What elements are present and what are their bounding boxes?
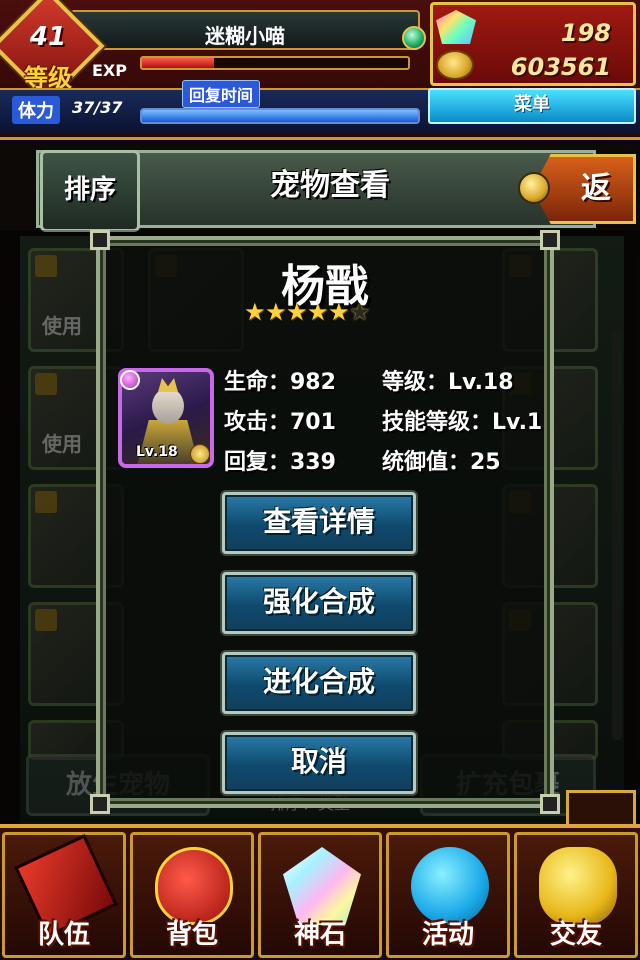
nav-bag-label: 背包 bbox=[165, 920, 218, 950]
exp-label: EXP bbox=[92, 61, 127, 80]
nav-friend-label: 交友 bbox=[549, 920, 602, 950]
recover-time-label: 回复时间 bbox=[182, 80, 261, 108]
player-name-plate: 迷糊小喵 bbox=[70, 10, 420, 50]
nav-event-label: 活动 bbox=[421, 920, 474, 950]
coin-count: 603561 bbox=[510, 53, 611, 81]
cancel-button[interactable]: 取消 bbox=[222, 732, 416, 794]
nav-team-label: 队伍 bbox=[37, 920, 90, 950]
nav-friend[interactable]: 交友 bbox=[514, 832, 638, 958]
star-filled-icon: ★ bbox=[244, 298, 266, 326]
gold-coin-icon bbox=[436, 50, 474, 80]
page-title: 宠物查看 bbox=[270, 168, 390, 203]
nav-corner-decoration bbox=[566, 790, 636, 826]
star-filled-icon: ★ bbox=[286, 298, 308, 326]
nav-team[interactable]: 队伍 bbox=[2, 832, 126, 958]
exp-bar bbox=[140, 56, 410, 70]
player-name: 迷糊小喵 bbox=[205, 24, 285, 48]
menu-button[interactable]: 菜单 bbox=[428, 88, 636, 124]
stat-command: 统御值：25 bbox=[382, 450, 501, 475]
frame-corner bbox=[540, 230, 560, 250]
stamina-bar bbox=[140, 108, 420, 124]
stamina-bar-fill bbox=[142, 110, 418, 122]
nav-stone-label: 神石 bbox=[293, 920, 346, 950]
star-empty-icon: ★ bbox=[349, 298, 371, 326]
gem-count: 198 bbox=[560, 19, 611, 47]
element-orb-icon bbox=[120, 370, 140, 390]
star-filled-icon: ★ bbox=[307, 298, 329, 326]
sort-button[interactable]: 排序 bbox=[40, 150, 140, 232]
rarity-stars: ★ ★ ★ ★ ★ ★ bbox=[244, 298, 374, 326]
medal-icon bbox=[190, 444, 210, 464]
stat-skill-level: 技能等级：Lv.1 bbox=[382, 410, 543, 435]
back-knob-icon bbox=[518, 172, 550, 204]
star-filled-icon: ★ bbox=[265, 298, 287, 326]
stamina-value: 37/37 bbox=[72, 98, 123, 117]
portrait-level: Lv.18 bbox=[136, 444, 178, 460]
nav-stone[interactable]: 神石 bbox=[258, 832, 382, 958]
stat-recover: 回复：339 bbox=[224, 450, 336, 475]
crown-icon bbox=[158, 378, 178, 392]
stat-attack: 攻击：701 bbox=[224, 410, 336, 435]
stat-hp: 生命：982 bbox=[224, 370, 336, 395]
frame-corner bbox=[90, 230, 110, 250]
evolve-fusion-button[interactable]: 进化合成 bbox=[222, 652, 416, 714]
nav-bag[interactable]: 背包 bbox=[130, 832, 254, 958]
frame-corner bbox=[540, 794, 560, 814]
nav-event[interactable]: 活动 bbox=[386, 832, 510, 958]
exp-bar-fill bbox=[142, 58, 214, 68]
view-details-button[interactable]: 查看详情 bbox=[222, 492, 416, 554]
green-orb-icon bbox=[402, 26, 426, 50]
star-filled-icon: ★ bbox=[328, 298, 350, 326]
portrait-head bbox=[152, 388, 184, 424]
enhance-fusion-button[interactable]: 强化合成 bbox=[222, 572, 416, 634]
player-level: 41 bbox=[29, 22, 67, 52]
frame-corner bbox=[90, 794, 110, 814]
stamina-label: 体力 bbox=[12, 96, 60, 124]
stat-level: 等级：Lv.18 bbox=[382, 370, 514, 395]
